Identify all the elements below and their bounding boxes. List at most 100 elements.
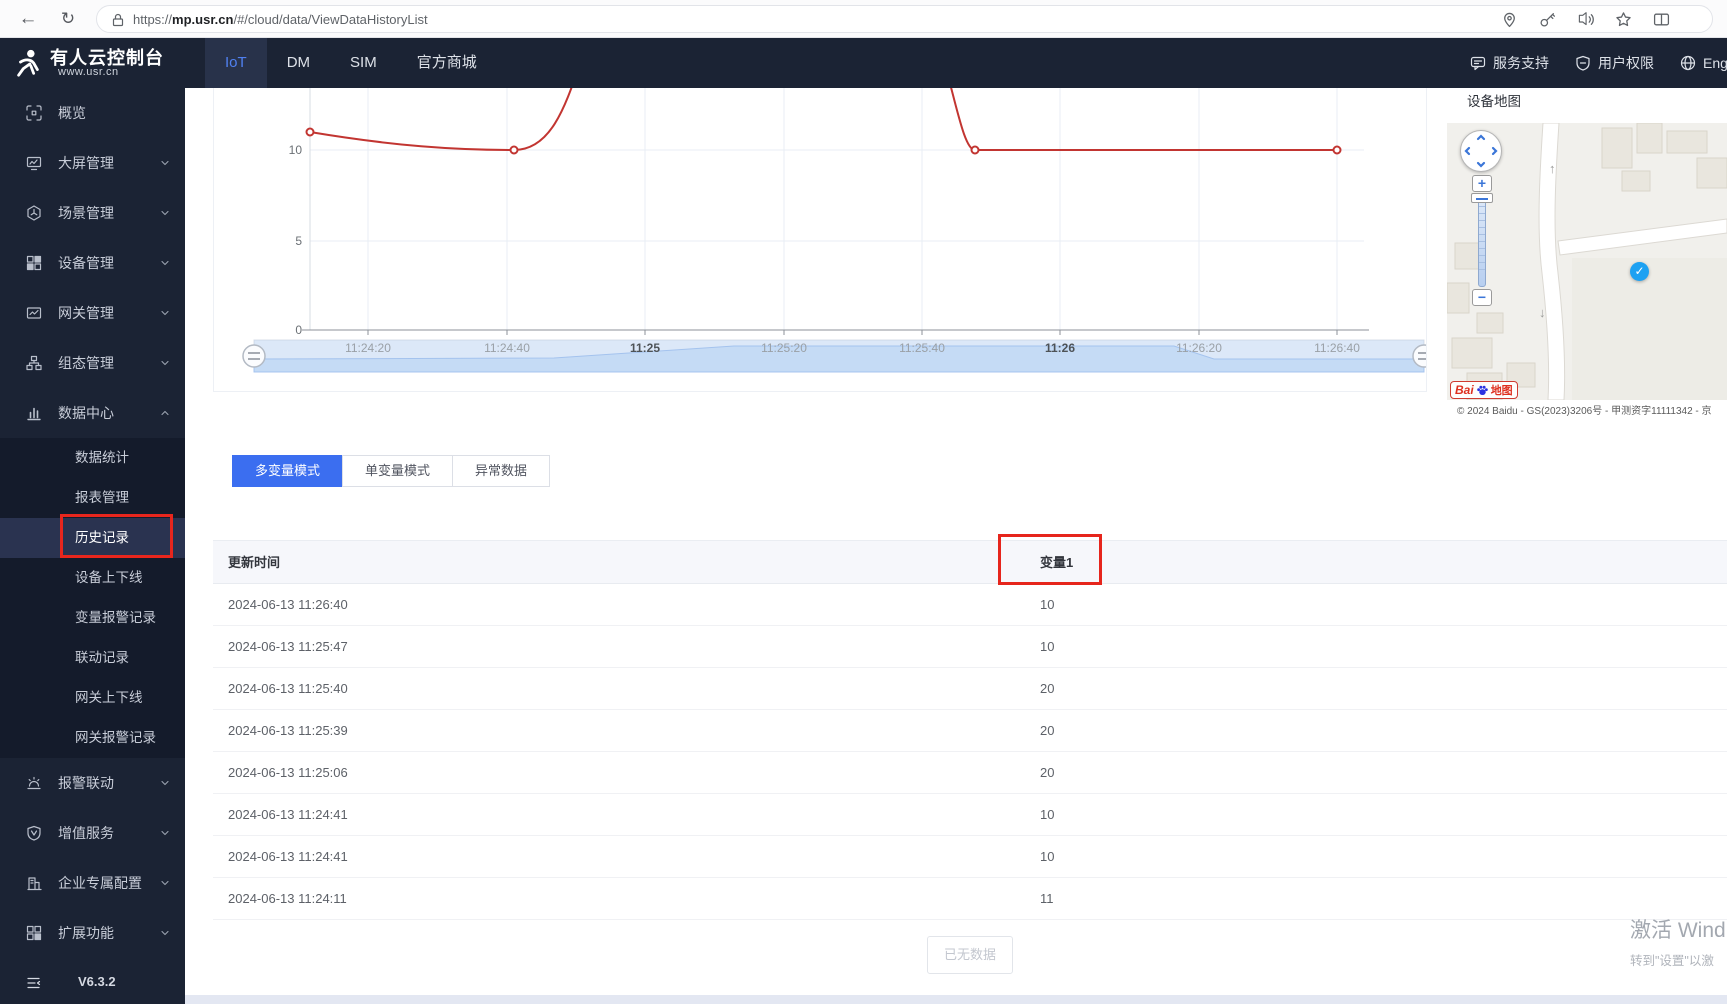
usr-person-icon (13, 48, 43, 78)
x-tick: 11:25:40 (899, 341, 945, 355)
x-tick: 11:26:40 (1314, 341, 1360, 355)
x-tick: 11:26 (1045, 341, 1075, 355)
y-tick-10: 10 (289, 143, 303, 157)
cell-variable-1: 10 (1040, 807, 1055, 822)
data-point[interactable] (1332, 145, 1342, 155)
chevron-down-icon (159, 307, 171, 319)
tab-iot[interactable]: IoT (205, 38, 267, 88)
brand-logo[interactable]: 有人云控制台 www.usr.cn (0, 38, 185, 88)
history-table: 更新时间 变量1 2024-06-13 11:26:40 10 2024-06-13… (213, 540, 1727, 920)
sidebar-item-0[interactable]: 概览 (0, 88, 185, 138)
cell-update-time: 2024-06-13 11:24:11 (228, 891, 347, 906)
device-marker-icon[interactable]: ✓ (1630, 262, 1649, 281)
app-navbar: 有人云控制台 www.usr.cn IoT DM SIM 官方商城 服务支持 用… (0, 38, 1727, 88)
data-point[interactable] (970, 145, 980, 155)
history-line-chart: 10 5 0 11:24:20 11:24:40 11:25 11:25:20 … (242, 88, 1426, 373)
sidebar-subitem-6-1[interactable]: 报表管理 (0, 478, 185, 518)
tab-abnormal-data[interactable]: 异常数据 (452, 455, 551, 487)
sidebar-item-10[interactable]: 扩展功能 (0, 908, 185, 958)
password-key-icon[interactable] (1539, 11, 1556, 28)
map-pan-control[interactable] (1460, 130, 1502, 172)
chevron-down-icon (159, 927, 171, 939)
chevron-down-icon (159, 357, 171, 369)
sidebar-footer[interactable]: V6.3.2 (0, 966, 185, 1000)
sidebar-item-2[interactable]: 场景管理 (0, 188, 185, 238)
map-zoom-handle[interactable] (1471, 193, 1493, 203)
table-row: 2024-06-13 11:25:40 20 (213, 668, 1727, 710)
cell-variable-1: 10 (1040, 639, 1055, 654)
permission-menu[interactable]: 用户权限 (1575, 53, 1654, 73)
sidebar-subitem-6-5[interactable]: 联动记录 (0, 638, 185, 678)
cell-update-time: 2024-06-13 11:25:47 (228, 639, 348, 654)
map-zoom-in-button[interactable]: + (1472, 175, 1492, 192)
enterprise-icon (26, 875, 42, 891)
series-line (309, 88, 1337, 152)
screen-icon (26, 155, 42, 171)
map-zoom-track[interactable] (1478, 199, 1486, 287)
cell-variable-1: 20 (1040, 765, 1055, 780)
cell-variable-1: 10 (1040, 597, 1055, 612)
sidebar-item-9[interactable]: 企业专属配置 (0, 858, 185, 908)
gateway-icon (26, 305, 42, 321)
chevron-down-icon (159, 257, 171, 269)
split-screen-icon[interactable] (1653, 11, 1670, 28)
sidebar-item-5[interactable]: 组态管理 (0, 338, 185, 388)
sidebar-menu: 概览 大屏管理 场景管理 设备管理 网关管理 组态管理 数据中心 数据统计 报表管理 历史记录 设备… (0, 88, 185, 958)
cell-update-time: 2024-06-13 11:26:40 (228, 597, 348, 612)
favorite-star-icon[interactable] (1615, 11, 1632, 28)
road-arrow-up-icon: ↑ (1549, 161, 1556, 176)
table-header: 更新时间 变量1 (213, 540, 1727, 584)
sidebar-item-3[interactable]: 设备管理 (0, 238, 185, 288)
scada-icon (26, 355, 42, 371)
scene-icon (26, 205, 42, 221)
lock-icon (110, 12, 126, 28)
sidebar-subitem-6-3[interactable]: 设备上下线 (0, 558, 185, 598)
tab-single-variable[interactable]: 单变量模式 (342, 455, 454, 487)
sidebar-subitem-6-2[interactable]: 历史记录 (0, 518, 185, 558)
tab-dm[interactable]: DM (267, 38, 330, 88)
sidebar-subitem-6-7[interactable]: 网关报警记录 (0, 718, 185, 758)
chevron-down-icon (159, 877, 171, 889)
table-row: 2024-06-13 11:24:41 10 (213, 794, 1727, 836)
table-row: 2024-06-13 11:25:47 10 (213, 626, 1727, 668)
map-zoom-out-button[interactable]: − (1472, 289, 1492, 306)
language-menu[interactable]: English (1680, 55, 1727, 71)
x-tick: 11:24:20 (345, 341, 391, 355)
tab-sim[interactable]: SIM (330, 38, 397, 88)
baidu-map[interactable]: ↑ ↓ + − ✓ Bai 地图 (1447, 123, 1727, 400)
url-text[interactable]: https://mp.usr.cn/#/cloud/data/ViewDataH… (133, 12, 428, 27)
overview-icon (26, 105, 42, 121)
device-map-card: 设备地图 ↑ ↓ + − ✓ Bai 地图 © 2024 Baidu - GS(… (1447, 88, 1727, 422)
tab-mall[interactable]: 官方商城 (397, 38, 497, 88)
sidebar-item-6[interactable]: 数据中心 (0, 388, 185, 438)
bottom-scrollbar[interactable] (185, 995, 1727, 1004)
brand-subtitle: www.usr.cn (58, 66, 119, 78)
datazoom-selected-range (254, 340, 1424, 372)
tab-multi-variable[interactable]: 多变量模式 (232, 455, 344, 487)
sidebar-subitem-6-6[interactable]: 网关上下线 (0, 678, 185, 718)
baidu-paw-icon (1476, 385, 1488, 395)
sidebar-subitem-6-4[interactable]: 变量报警记录 (0, 598, 185, 638)
sidebar-item-4[interactable]: 网关管理 (0, 288, 185, 338)
sidebar-item-7[interactable]: 报警联动 (0, 758, 185, 808)
table-row: 2024-06-13 11:26:40 10 (213, 584, 1727, 626)
back-icon[interactable]: ← (14, 5, 42, 33)
support-menu[interactable]: 服务支持 (1470, 53, 1549, 73)
chevron-down-icon (159, 777, 171, 789)
datazoom-handle-left[interactable] (242, 344, 266, 368)
address-bar[interactable]: https://mp.usr.cn/#/cloud/data/ViewDataH… (96, 5, 1713, 33)
no-more-data-button[interactable]: 已无数据 (927, 936, 1013, 974)
data-point[interactable] (305, 127, 315, 137)
sidebar-item-8[interactable]: 增值服务 (0, 808, 185, 858)
cell-variable-1: 20 (1040, 681, 1055, 696)
read-aloud-icon[interactable] (1577, 11, 1594, 28)
location-icon[interactable] (1501, 11, 1518, 28)
chat-icon (1470, 55, 1486, 71)
sidebar-item-1[interactable]: 大屏管理 (0, 138, 185, 188)
y-tick-0: 0 (295, 323, 302, 337)
refresh-icon[interactable]: ↻ (54, 5, 82, 33)
sidebar-subitem-6-0[interactable]: 数据统计 (0, 438, 185, 478)
datazoom-slider[interactable] (253, 339, 1425, 373)
data-point[interactable] (509, 145, 519, 155)
device-icon (26, 255, 42, 271)
